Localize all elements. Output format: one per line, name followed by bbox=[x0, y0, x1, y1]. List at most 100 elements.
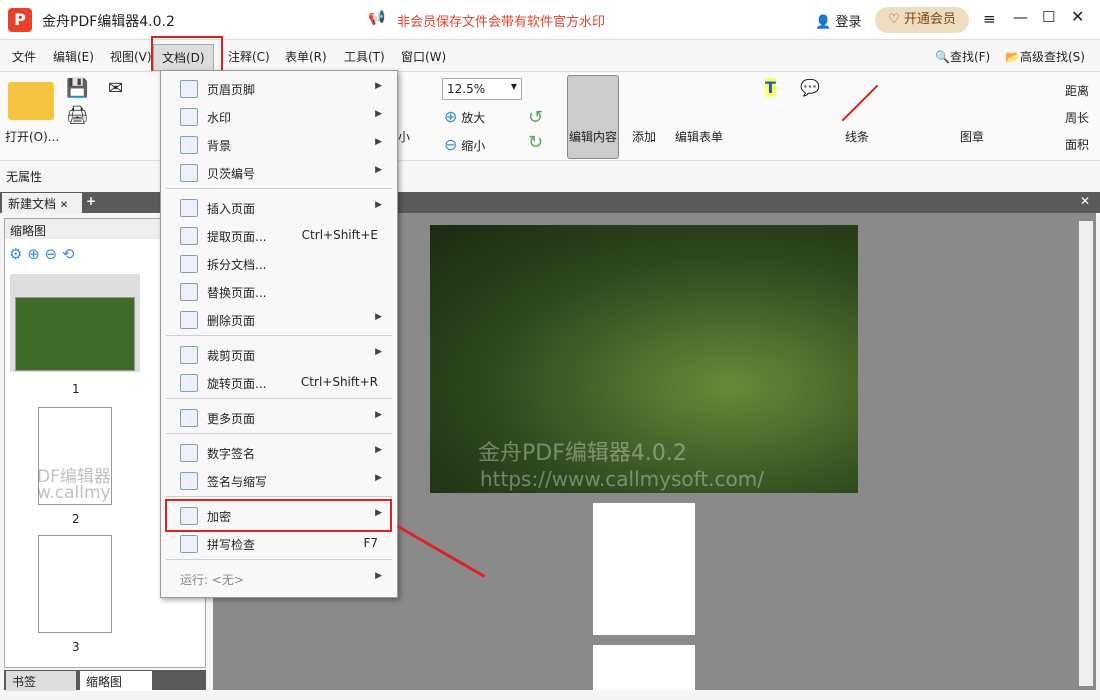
split-document-icon bbox=[180, 255, 198, 273]
menu-item-bates-numbering[interactable]: 贝茨编号 ▶ bbox=[166, 160, 392, 186]
menu-item-split-document[interactable]: 拆分文档... bbox=[166, 251, 392, 277]
menu-item-label: 数字签名 bbox=[207, 447, 256, 461]
tab-bookmarks[interactable]: 书签 bbox=[6, 671, 76, 691]
menu-window[interactable]: 窗口(W) bbox=[401, 48, 446, 65]
close-button[interactable]: ✕ bbox=[1071, 7, 1084, 26]
menu-item-label: 页眉页脚 bbox=[207, 83, 256, 97]
title-bar: P 金舟PDF编辑器4.0.2 📢 非会员保存文件会带有软件官方水印 👤 登录 … bbox=[0, 0, 1100, 40]
zoom-out-button[interactable]: ⊖ 缩小 bbox=[444, 135, 485, 154]
menu-file[interactable]: 文件 bbox=[12, 48, 36, 65]
watermark-icon bbox=[180, 108, 198, 126]
close-document-icon[interactable]: ✕ bbox=[1080, 194, 1090, 208]
app-title: 金舟PDF编辑器4.0.2 bbox=[42, 14, 175, 30]
menu-form[interactable]: 表单(R) bbox=[285, 48, 327, 65]
app-logo: P bbox=[8, 8, 32, 32]
panel-tabs: 书签 缩略图 bbox=[4, 670, 206, 691]
menu-item-replace-pages[interactable]: 替换页面... bbox=[166, 279, 392, 305]
extract-pages-icon bbox=[180, 227, 198, 245]
menu-item-sign-initials[interactable]: 签名与缩写 ▶ bbox=[166, 468, 392, 494]
perimeter-button[interactable]: 周长 bbox=[1065, 109, 1089, 126]
advanced-find-button[interactable]: 📂高级查找(S) bbox=[1005, 48, 1085, 65]
submenu-arrow-icon: ▶ bbox=[375, 81, 382, 91]
maximize-button[interactable]: ☐ bbox=[1042, 8, 1055, 26]
save-icon[interactable]: 💾 bbox=[66, 78, 88, 99]
menu-item-label: 贝茨编号 bbox=[207, 167, 256, 181]
tab-thumbnails[interactable]: 缩略图 bbox=[80, 671, 152, 691]
menu-item-label: 拆分文档... bbox=[207, 258, 267, 272]
stamp-button[interactable]: 图章 bbox=[960, 128, 984, 145]
tab-label: 书签 bbox=[12, 675, 37, 689]
menu-tools[interactable]: 工具(T) bbox=[344, 48, 385, 65]
tab-label: 缩略图 bbox=[86, 675, 123, 689]
close-tab-icon[interactable]: ✕ bbox=[60, 200, 68, 211]
distance-button[interactable]: 距离 bbox=[1065, 82, 1089, 99]
email-icon[interactable]: ✉ bbox=[108, 78, 123, 99]
plus-circle-icon: ⊕ bbox=[444, 107, 458, 126]
add-button[interactable]: 添加 bbox=[632, 128, 656, 145]
background-icon bbox=[180, 136, 198, 154]
line-tool-icon[interactable] bbox=[841, 84, 879, 122]
highlight-text-icon[interactable]: T bbox=[765, 78, 776, 97]
menu-icon[interactable]: ≡ bbox=[983, 10, 996, 28]
find-button[interactable]: 🔍查找(F) bbox=[935, 48, 990, 65]
megaphone-icon: 📢 bbox=[368, 10, 386, 26]
menu-item-crop-pages[interactable]: 裁剪页面 ▶ bbox=[166, 342, 392, 368]
lines-button[interactable]: 线条 bbox=[845, 128, 869, 145]
thumbnail-page-3[interactable] bbox=[38, 535, 112, 633]
zoom-select[interactable]: 12.5% ▼ bbox=[442, 78, 522, 100]
menu-item-spell-check[interactable]: 拼写检查 F7 bbox=[166, 531, 392, 557]
add-tab-icon[interactable]: + bbox=[86, 194, 96, 208]
thumbnail-toolbar: ⚙ ⊕ ⊖ ⟲ bbox=[9, 245, 75, 263]
more-pages-icon bbox=[180, 409, 198, 427]
menu-item-extract-pages[interactable]: 提取页面... Ctrl+Shift+E bbox=[166, 223, 392, 249]
print-icon[interactable]: 🖨 bbox=[66, 105, 89, 126]
menu-item-delete-pages[interactable]: 删除页面 ▶ bbox=[166, 307, 392, 333]
menu-item-insert-pages[interactable]: 插入页面 ▶ bbox=[166, 195, 392, 221]
menu-item-label: 运行: <无> bbox=[180, 573, 244, 587]
insert-pages-icon bbox=[180, 199, 198, 217]
page-number: 3 bbox=[72, 640, 80, 654]
submenu-arrow-icon: ▶ bbox=[375, 165, 382, 175]
edit-form-button[interactable]: 编辑表单 bbox=[675, 128, 723, 145]
menu-item-digital-signature[interactable]: 数字签名 ▶ bbox=[166, 440, 392, 466]
rotate-right-icon[interactable]: ↻ bbox=[528, 132, 543, 153]
menu-view[interactable]: 视图(V) bbox=[110, 48, 152, 65]
menu-item-label: 裁剪页面 bbox=[207, 349, 256, 363]
menu-annotate[interactable]: 注释(C) bbox=[228, 48, 270, 65]
page-number: 2 bbox=[72, 512, 80, 526]
thumbnail-page-1[interactable] bbox=[15, 297, 135, 371]
submenu-arrow-icon: ▶ bbox=[375, 445, 382, 455]
menu-item-run[interactable]: 运行: <无> ▶ bbox=[166, 566, 392, 592]
zoom-out-label: 缩小 bbox=[461, 139, 486, 153]
vip-button[interactable]: ♡ 开通会员 bbox=[875, 7, 969, 33]
comment-icon[interactable]: 💬 bbox=[800, 78, 820, 97]
menu-edit[interactable]: 编辑(E) bbox=[53, 48, 94, 65]
area-button[interactable]: 面积 bbox=[1065, 136, 1089, 153]
tab-new-document[interactable]: 新建文档 ✕ bbox=[2, 193, 82, 213]
page-number: 1 bbox=[72, 382, 80, 396]
menu-item-shortcut: Ctrl+Shift+E bbox=[301, 228, 378, 242]
minus-circle-icon: ⊖ bbox=[444, 135, 458, 154]
menu-item-label: 拼写检查 bbox=[207, 538, 256, 552]
rotate-pages-icon bbox=[180, 374, 198, 392]
menu-item-header-footer[interactable]: 页眉页脚 ▶ bbox=[166, 76, 392, 102]
watermark-notice: 非会员保存文件会带有软件官方水印 bbox=[397, 15, 606, 30]
open-button[interactable]: 打开(O)... bbox=[5, 128, 59, 145]
menu-item-label: 旋转页面... bbox=[207, 377, 267, 391]
header-footer-icon bbox=[180, 80, 198, 98]
edit-content-button[interactable]: 编辑内容 bbox=[567, 75, 619, 159]
advanced-find-label: 高级查找(S) bbox=[1019, 50, 1085, 64]
menu-separator bbox=[166, 559, 392, 560]
bates-numbering-icon bbox=[180, 164, 198, 182]
login-button[interactable]: 👤 登录 bbox=[815, 11, 861, 30]
menu-item-background[interactable]: 背景 ▶ bbox=[166, 132, 392, 158]
minimize-button[interactable]: — bbox=[1013, 8, 1028, 26]
zoom-in-label: 放大 bbox=[461, 111, 486, 125]
menu-item-more-pages[interactable]: 更多页面 ▶ bbox=[166, 405, 392, 431]
zoom-in-button[interactable]: ⊕ 放大 bbox=[444, 107, 485, 126]
menu-item-watermark[interactable]: 水印 ▶ bbox=[166, 104, 392, 130]
menu-item-rotate-pages[interactable]: 旋转页面... Ctrl+Shift+R bbox=[166, 370, 392, 396]
rotate-left-icon[interactable]: ↺ bbox=[528, 107, 543, 128]
menu-item-label: 替换页面... bbox=[207, 286, 267, 300]
vertical-scrollbar[interactable] bbox=[1079, 221, 1093, 686]
